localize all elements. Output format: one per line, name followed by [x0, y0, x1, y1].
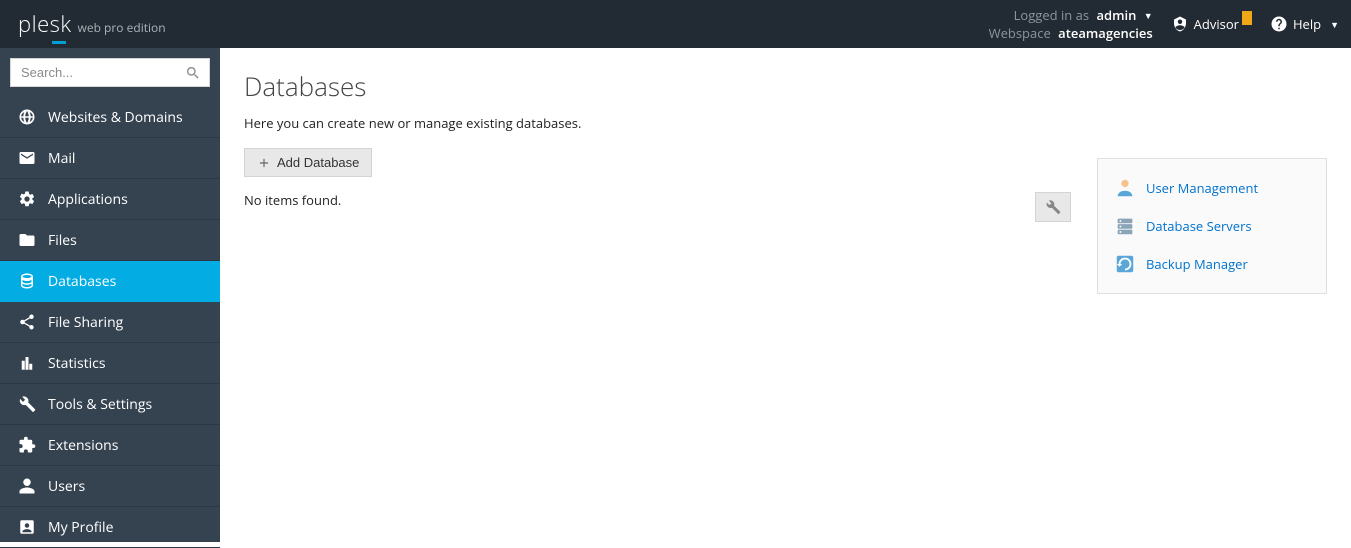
sidebar-item-label: File Sharing: [48, 313, 123, 332]
panel-item-backup-manager[interactable]: Backup Manager: [1098, 245, 1326, 283]
user-management-icon: [1114, 177, 1136, 199]
advisor-icon: [1171, 15, 1189, 33]
profile-icon: [18, 518, 36, 536]
search-wrap: [0, 48, 220, 97]
search-input[interactable]: [11, 59, 209, 86]
sidebar-item-label: Files: [48, 231, 77, 250]
nav: Websites & Domains Mail Applications Fil…: [0, 97, 220, 548]
main-content: Databases Here you can create new or man…: [220, 48, 1351, 542]
folder-icon: [18, 231, 36, 249]
share-icon: [18, 313, 36, 331]
page-title: Databases: [244, 68, 1327, 104]
stats-icon: [18, 354, 36, 372]
panel-item-user-management[interactable]: User Management: [1098, 169, 1326, 207]
help-label: Help: [1293, 15, 1321, 33]
help-button[interactable]: Help ▼: [1270, 15, 1339, 33]
user-icon: [18, 477, 36, 495]
chevron-down-icon: ▼: [1330, 18, 1339, 31]
sidebar-item-applications[interactable]: Applications: [0, 179, 220, 220]
sidebar-item-label: Tools & Settings: [48, 395, 152, 414]
advisor-button[interactable]: Advisor: [1171, 15, 1252, 33]
sidebar-item-label: Mail: [48, 149, 75, 168]
login-block: Logged in as admin ▼ Webspace ateamagenc…: [989, 6, 1153, 42]
sidebar: Websites & Domains Mail Applications Fil…: [0, 48, 220, 542]
sidebar-item-label: Websites & Domains: [48, 108, 183, 127]
sidebar-item-label: My Profile: [48, 518, 113, 537]
mail-icon: [18, 149, 36, 167]
sidebar-item-tools-settings[interactable]: Tools & Settings: [0, 384, 220, 425]
logged-in-row[interactable]: Logged in as admin ▼: [989, 6, 1153, 24]
top-header: plesk web pro edition Logged in as admin…: [0, 0, 1351, 48]
puzzle-icon: [18, 436, 36, 454]
search-box: [10, 58, 210, 87]
logged-in-label: Logged in as: [1014, 6, 1089, 24]
panel-item-label: Backup Manager: [1146, 255, 1248, 273]
help-icon: [1270, 15, 1288, 33]
panel-item-database-servers[interactable]: Database Servers: [1098, 207, 1326, 245]
sidebar-item-label: Users: [48, 477, 85, 496]
add-database-button[interactable]: Add Database: [244, 148, 372, 177]
logo[interactable]: plesk web pro edition: [18, 9, 166, 39]
globe-icon: [18, 108, 36, 126]
webspace-value: ateamagencies: [1058, 24, 1153, 42]
webspace-row[interactable]: Webspace ateamagencies: [989, 24, 1153, 42]
sidebar-item-extensions[interactable]: Extensions: [0, 425, 220, 466]
servers-icon: [1114, 215, 1136, 237]
gear-icon: [18, 190, 36, 208]
sidebar-item-files[interactable]: Files: [0, 220, 220, 261]
panel-item-label: Database Servers: [1146, 217, 1252, 235]
warning-badge-icon: [1242, 11, 1252, 25]
sidebar-item-statistics[interactable]: Statistics: [0, 343, 220, 384]
panel-item-label: User Management: [1146, 179, 1258, 197]
sidebar-item-databases[interactable]: Databases: [0, 261, 220, 302]
page-description: Here you can create new or manage existi…: [244, 114, 1327, 132]
advisor-label: Advisor: [1194, 15, 1239, 33]
wrench-icon: [1045, 199, 1061, 215]
logo-sub: web pro edition: [78, 19, 166, 36]
backup-icon: [1114, 253, 1136, 275]
plus-icon: [257, 156, 271, 170]
logo-main: plesk: [18, 9, 72, 39]
sidebar-item-label: Databases: [48, 272, 116, 291]
side-panel: User Management Database Servers Backup …: [1097, 158, 1327, 294]
sidebar-item-file-sharing[interactable]: File Sharing: [0, 302, 220, 343]
sidebar-item-label: Extensions: [48, 436, 118, 455]
database-icon: [18, 272, 36, 290]
sidebar-item-websites-domains[interactable]: Websites & Domains: [0, 97, 220, 138]
sidebar-item-users[interactable]: Users: [0, 466, 220, 507]
add-database-label: Add Database: [277, 155, 359, 170]
sidebar-item-label: Applications: [48, 190, 128, 209]
search-icon[interactable]: [185, 65, 201, 81]
chevron-down-icon: ▼: [1144, 10, 1153, 23]
logged-in-user: admin: [1096, 6, 1136, 24]
tools-icon: [18, 395, 36, 413]
settings-tool-button[interactable]: [1035, 192, 1071, 222]
sidebar-item-label: Statistics: [48, 354, 106, 373]
sidebar-item-mail[interactable]: Mail: [0, 138, 220, 179]
webspace-label: Webspace: [989, 24, 1051, 42]
